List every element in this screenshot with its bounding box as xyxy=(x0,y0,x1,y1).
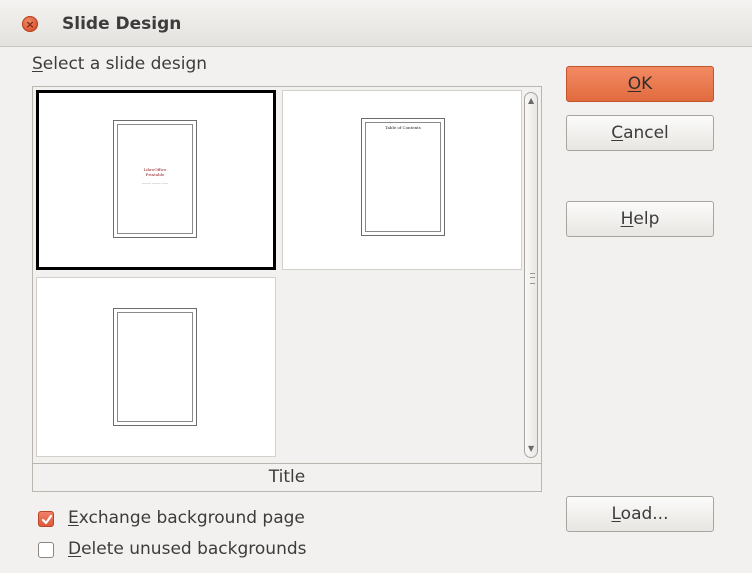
scroll-down-icon[interactable]: ▼ xyxy=(528,445,534,453)
load-button[interactable]: Load... xyxy=(566,496,714,532)
vertical-scrollbar[interactable]: ▲ ▼ xyxy=(523,88,540,463)
scroll-thumb[interactable]: ▲ ▼ xyxy=(524,92,538,458)
exchange-background-label: Exchange background page xyxy=(68,508,305,528)
window-title: Slide Design xyxy=(62,14,182,34)
title-bar: × Slide Design xyxy=(0,0,752,47)
design-thumbnail xyxy=(113,308,197,426)
design-tile-contents[interactable]: Table of Contents xyxy=(282,90,522,270)
design-thumbnail: Table of Contents xyxy=(361,118,445,236)
checkmark-icon xyxy=(41,514,53,525)
select-design-label: Select a slide design xyxy=(32,54,208,74)
design-tile-title[interactable]: LibreOffice Printable ——— ——— —— xyxy=(36,90,276,270)
design-grid: LibreOffice Printable ——— ——— —— Table o… xyxy=(34,88,524,463)
thumbnail-subtitle: ——— ——— —— xyxy=(142,181,168,185)
delete-unused-label: Delete unused backgrounds xyxy=(68,539,307,559)
grip-icon xyxy=(530,273,535,284)
selected-design-caption: Title xyxy=(33,463,541,491)
exchange-background-checkbox[interactable] xyxy=(38,511,54,527)
scroll-up-icon[interactable]: ▲ xyxy=(528,97,534,105)
thumbnail-title: LibreOffice Printable xyxy=(143,167,167,177)
help-button[interactable]: Help xyxy=(566,201,714,237)
thumbnail-title: Table of Contents xyxy=(385,125,421,130)
close-icon[interactable]: × xyxy=(22,16,38,32)
design-picker[interactable]: LibreOffice Printable ——— ——— —— Table o… xyxy=(32,86,542,492)
cancel-button[interactable]: Cancel xyxy=(566,115,714,151)
design-thumbnail: LibreOffice Printable ——— ——— —— xyxy=(113,120,197,238)
ok-button[interactable]: OK xyxy=(566,66,714,102)
delete-unused-checkbox[interactable] xyxy=(38,542,54,558)
design-tile-blank[interactable] xyxy=(36,277,276,457)
